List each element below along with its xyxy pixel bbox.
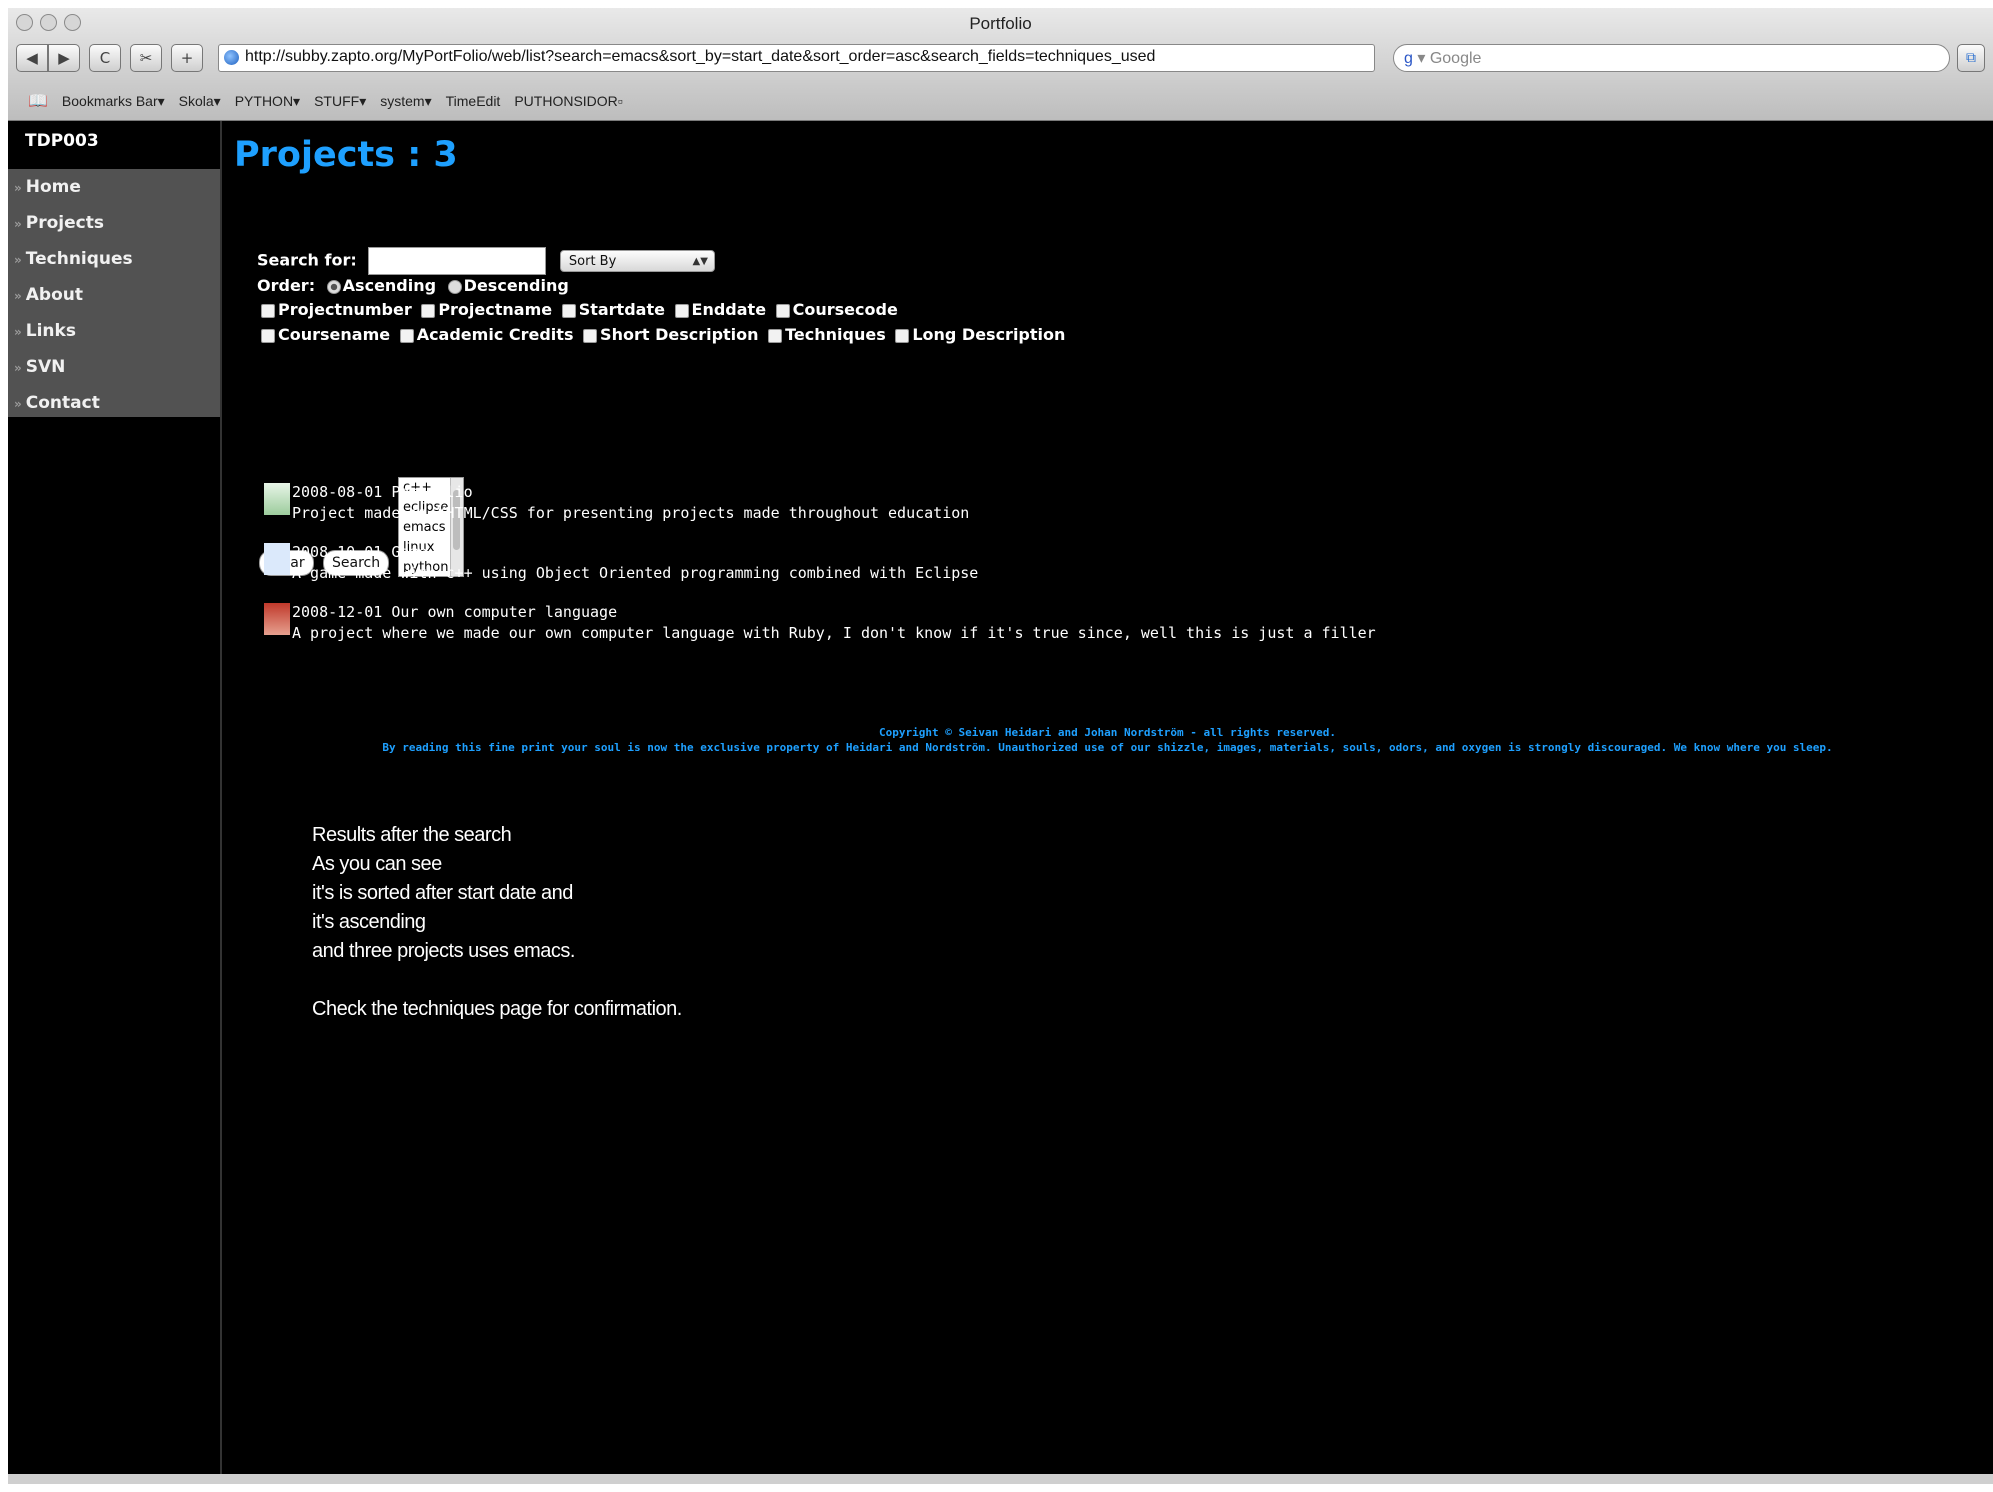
note-line [312, 966, 682, 995]
project-description: A game made with c++ using Object Orient… [292, 564, 979, 582]
browser-window: Portfolio ◀ ▶ C ✂ + http://subby.zapto.o… [8, 8, 1993, 1484]
browser-chrome: Portfolio ◀ ▶ C ✂ + http://subby.zapto.o… [8, 8, 1993, 121]
sort-by-select[interactable]: Sort By ▲▼ [559, 250, 715, 272]
menu-item-links[interactable]: » Links [8, 313, 220, 349]
order-label: Order: [257, 276, 316, 295]
checkbox-coursename[interactable] [261, 328, 275, 343]
menu-item-contact[interactable]: » Contact [8, 385, 220, 421]
search-input[interactable] [368, 247, 547, 275]
note-line: Check the techniques page for confirmati… [312, 998, 682, 1020]
note-line: Results after the search [312, 824, 512, 846]
project-description: Project made in XHTML/CSS for presenting… [292, 504, 970, 522]
ascending-radio[interactable] [326, 279, 341, 294]
descending-label: Descending [463, 276, 569, 295]
globe-icon [224, 50, 239, 65]
page-title: Projects : 3 [234, 135, 458, 175]
note-line: and three projects uses emacs. [312, 940, 575, 962]
bookmark-bar-item[interactable]: Bookmarks Bar▾ [62, 93, 165, 110]
note-line: As you can see [312, 853, 442, 875]
url-text[interactable]: http://subby.zapto.org/MyPortFolio/web/l… [245, 48, 1155, 66]
descending-radio[interactable] [447, 279, 462, 294]
checkbox-short-description[interactable] [583, 328, 598, 343]
forward-arrow-icon[interactable]: ▶ [48, 44, 80, 72]
select-arrows-icon: ▲▼ [692, 256, 708, 267]
main-content: Projects : 3 Search for: Sort By ▲▼ Order… [222, 121, 1993, 1484]
project-thumbnail [264, 483, 290, 515]
checkbox-coursecode[interactable] [775, 303, 790, 318]
menu-item-techniques[interactable]: » Techniques [8, 241, 220, 277]
fine-print: By reading this fine print your soul is … [382, 741, 1833, 754]
arrow-icon: » [14, 217, 22, 231]
checkbox-projectname[interactable] [421, 303, 436, 318]
snapback-icon[interactable]: ✂ [130, 44, 162, 72]
arrow-icon: » [14, 181, 22, 195]
project-thumbnail [264, 543, 290, 575]
project-title[interactable]: 2008-10-01 Game [292, 542, 978, 563]
window-title: Portfolio [969, 14, 1032, 33]
project-title[interactable]: 2008-08-01 Portfolio [292, 482, 969, 503]
google-g-icon: g [1404, 50, 1413, 67]
menu-item-about[interactable]: » About [8, 277, 220, 313]
project-title[interactable]: 2008-12-01 Our own computer language [292, 602, 1376, 623]
checkbox-projectnumber[interactable] [261, 303, 275, 318]
arrow-icon: » [14, 325, 22, 339]
note-line: it's ascending [312, 911, 426, 933]
project-thumbnail [264, 603, 290, 635]
arrow-icon: » [14, 253, 22, 267]
menu-item-projects[interactable]: » Projects [8, 205, 220, 241]
address-bar[interactable]: http://subby.zapto.org/MyPortFolio/web/l… [218, 44, 1575, 72]
checkbox-long-description[interactable] [895, 328, 910, 343]
menu-item-svn[interactable]: » SVN [8, 349, 220, 385]
checkbox-techniques[interactable] [768, 328, 783, 343]
checkbox-academic-credits[interactable] [399, 328, 414, 343]
back-arrow-icon[interactable]: ◀ [16, 44, 48, 72]
bookmark-puthonsidor[interactable]: PUTHONSIDOR▫ [514, 93, 622, 109]
nav-buttons: ◀ ▶ C ✂ + [16, 44, 212, 72]
book-icon[interactable]: 📖 [28, 91, 48, 111]
reload-button[interactable]: C [89, 44, 121, 72]
menu-item-home[interactable]: » Home [8, 169, 220, 205]
add-bookmark-button[interactable]: + [171, 44, 203, 72]
site-menu: » Home » Projects » Techniques » About » Link… [8, 169, 220, 417]
bookmark-system[interactable]: system▾ [380, 93, 431, 110]
copyright-line: Copyright © Seivan Heidari and Johan Nor… [879, 726, 1336, 739]
arrow-icon: » [14, 289, 22, 303]
google-search-field[interactable]: g ▾ Google [1393, 44, 1950, 72]
checkbox-startdate[interactable] [561, 303, 576, 318]
bookmarks-bar: 📖 Bookmarks Bar▾ Skola▾ PYTHON▾ STUFF▾ s… [8, 86, 1993, 116]
arrow-icon: » [14, 361, 22, 375]
ascending-label: Ascending [342, 276, 437, 295]
bookmark-skola[interactable]: Skola▾ [179, 93, 221, 110]
arrow-icon: » [14, 397, 22, 411]
search-placeholder: Google [1429, 50, 1482, 67]
checkbox-enddate[interactable] [674, 303, 689, 318]
bookmark-stuff[interactable]: STUFF▾ [314, 93, 366, 110]
project-description: A project where we made our own computer… [292, 624, 1376, 642]
status-bar [8, 1474, 1993, 1484]
window-resize-icon[interactable]: ⧉ [1957, 44, 1985, 72]
note-line: it's is sorted after start date and [312, 882, 573, 904]
site-sidebar: TDP003 » Home » Projects » Techniques » Abou… [8, 121, 222, 1484]
site-title: TDP003 [8, 121, 220, 169]
bookmark-python[interactable]: PYTHON▾ [235, 93, 300, 110]
annotation-note: Results after the search As you can see … [312, 821, 682, 1024]
bookmark-timeedit[interactable]: TimeEdit [446, 93, 501, 109]
search-label: Search for: [257, 250, 357, 270]
